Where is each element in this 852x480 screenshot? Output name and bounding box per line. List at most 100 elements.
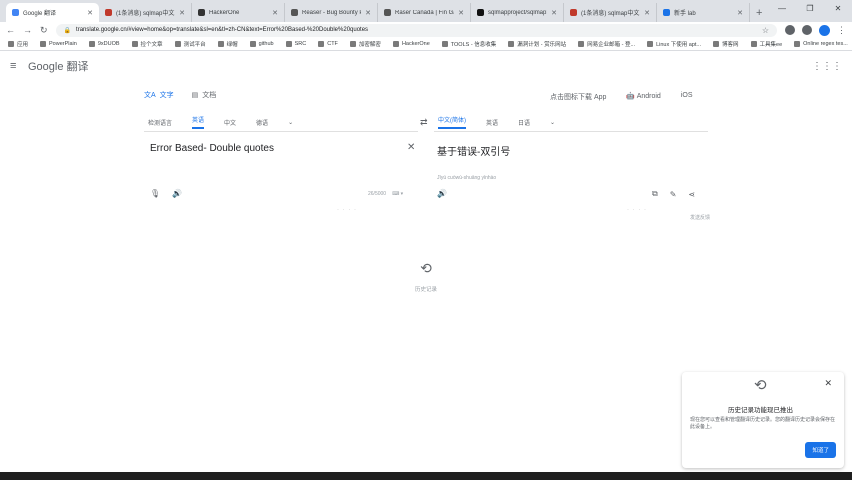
google-apps-icon[interactable]: ⋮⋮⋮ [812,61,842,72]
tab-close-icon[interactable]: ✕ [365,9,371,17]
bookmark-label: 测试平台 [183,42,206,48]
target-toolbar-right: ⧉ ✎ ⋖ [652,189,695,199]
browser-tab[interactable]: Reaser - Bug Bounty Prog... ✕ [285,3,378,22]
bookmark-item[interactable]: CTF [318,41,338,47]
tab-close-icon[interactable]: ✕ [87,9,93,17]
bookmark-item[interactable]: 漏洞计划 - 赏乐网站 [508,40,566,48]
speaker-icon[interactable]: 🔊 [437,189,447,198]
browser-tabstrip: Google 翻译 ✕ (1条消息) sqlmap中文... ✕ HackerOne… [0,0,852,22]
clear-text-icon[interactable]: ✕ [407,142,415,153]
android-icon: 🤖 [626,93,637,100]
share-icon[interactable]: ⋖ [688,190,695,199]
resize-handle[interactable]: · · · · [627,207,647,213]
tab-close-icon[interactable]: ✕ [179,9,185,17]
browser-tab[interactable]: Google 翻译 ✕ [6,3,99,22]
history-button[interactable]: ⟲ 历史记录 [410,260,442,293]
bookmark-item[interactable]: 工具集ee [750,40,782,48]
target-toolbar-left: 🔊 [437,189,447,198]
bookmark-favicon-icon [131,41,138,47]
bookmark-item[interactable]: 加密解密 [349,40,381,48]
tab-close-icon[interactable]: ✕ [272,9,278,17]
bookmark-favicon-icon [40,41,47,47]
tab-label: Google 翻译 [23,11,57,17]
browser-tab[interactable]: 新手 lab ✕ [657,3,750,22]
target-lang-tab[interactable]: 中文(简体) [438,115,466,129]
tab-favicon-icon [384,9,391,16]
app-download-links: 点击图标下载 App 🤖 Android iOS [550,92,693,102]
send-feedback-link[interactable]: 发送反馈 [690,214,710,221]
download-app-link[interactable]: 点击图标下载 App [550,92,606,102]
url-text: translate.google.cn/#view=home&op=transl… [76,27,369,33]
bookmark-item[interactable]: github [249,41,274,47]
copy-icon[interactable]: ⧉ [652,189,658,199]
extension-icon[interactable] [785,25,795,35]
detect-language-tab[interactable]: 检测语言 [148,118,172,127]
bookmark-item[interactable]: 绿帽 [217,40,238,48]
bookmark-item[interactable]: Linux 下使用 apt... [647,40,701,48]
dialog-close-button[interactable]: ✕ [824,378,832,389]
source-lang-tab[interactable]: 中文 [224,118,236,127]
browser-tab[interactable]: Raser Canada | Fin Game ✕ [378,3,471,22]
microphone-icon[interactable]: 🎙 [150,189,160,198]
history-icon: ⟲ [754,377,767,394]
google-translate-logo[interactable]: Google 翻译 [28,58,89,74]
minimize-button[interactable]: — [768,0,796,18]
target-lang-tab[interactable]: 英语 [486,118,498,127]
ios-link[interactable]: iOS [681,92,693,102]
extension-icon[interactable] [802,25,812,35]
swap-languages-button[interactable]: ⇄ [420,117,428,128]
new-tab-button[interactable]: + [756,7,762,19]
tab-close-icon[interactable]: ✕ [644,9,650,17]
bookmark-item[interactable]: HackerOne [392,41,430,47]
address-bar[interactable]: 🔒 translate.google.cn/#view=home&op=tran… [55,23,777,37]
browser-tab[interactable]: sqlmapproject/sqlmap: A...✕ [471,3,564,22]
edit-icon[interactable]: ✎ [670,190,677,199]
source-lang-tab[interactable]: 英语 [192,115,205,129]
tab-close-icon[interactable]: ✕ [458,9,464,17]
chevron-down-icon[interactable]: ⌄ [288,119,293,126]
resize-handle[interactable]: · · · · [337,207,357,213]
browser-tab[interactable]: (1条消息) sqlmap中文... ✕ [564,3,657,22]
bookmark-item[interactable]: Online regex tes... [794,41,848,47]
bookmark-favicon-icon [508,41,515,47]
back-button[interactable]: ← [6,25,15,35]
tab-label: Raser Canada | Fin Game [395,9,454,16]
browser-tab[interactable]: HackerOne ✕ [192,3,285,22]
bookmark-item[interactable]: 捡个文章 [131,40,163,48]
target-lang-tab[interactable]: 日语 [518,118,530,127]
source-lang-tab[interactable]: 德语 [256,118,268,127]
browser-tab[interactable]: (1条消息) sqlmap中文... ✕ [99,3,192,22]
bookmark-item[interactable]: 网易企业邮箱 - 登... [578,40,635,48]
forward-button[interactable]: → [23,25,32,35]
bookmark-favicon-icon [318,41,325,47]
browser-menu-icon[interactable]: ⋮ [837,25,846,36]
bookmark-item[interactable]: TOOLS - 信息收集 [441,40,496,48]
bookmark-item[interactable]: 9xDUOB [88,41,120,47]
window-controls: — ❐ ✕ [768,0,852,18]
chevron-down-icon[interactable]: ⌄ [550,119,555,126]
bookmark-item[interactable]: 博客网 [713,40,739,48]
reload-button[interactable]: ↻ [40,25,48,36]
got-it-button[interactable]: 知道了 [805,442,836,458]
text-mode-button[interactable]: 文A 文字 [144,90,174,100]
bookmark-item[interactable]: PowerPlain [40,41,77,47]
os-taskbar [0,472,852,480]
docs-mode-button[interactable]: ▤ 文档 [192,90,217,100]
source-text-input[interactable]: Error Based- Double quotes [150,143,274,154]
maximize-button[interactable]: ❐ [796,0,824,18]
bookmark-star-icon[interactable]: ☆ [762,26,769,35]
speaker-icon[interactable]: 🔊 [172,189,182,198]
bookmark-favicon-icon [88,41,95,47]
keyboard-icon[interactable]: ⌨ ▾ [392,191,403,197]
bookmark-favicon-icon [750,41,757,47]
close-window-button[interactable]: ✕ [824,0,852,18]
profile-avatar[interactable] [819,24,830,36]
bookmark-favicon-icon [349,41,356,47]
android-link[interactable]: 🤖 Android [626,92,660,102]
tab-close-icon[interactable]: ✕ [737,9,743,17]
bookmark-item[interactable]: 测试平台 [174,40,206,48]
bookmark-item[interactable]: SRC [285,41,306,47]
bookmark-item[interactable]: 应用 [8,40,28,48]
main-menu-icon[interactable]: ≡ [10,60,28,72]
tab-close-icon[interactable]: ✕ [551,9,557,17]
